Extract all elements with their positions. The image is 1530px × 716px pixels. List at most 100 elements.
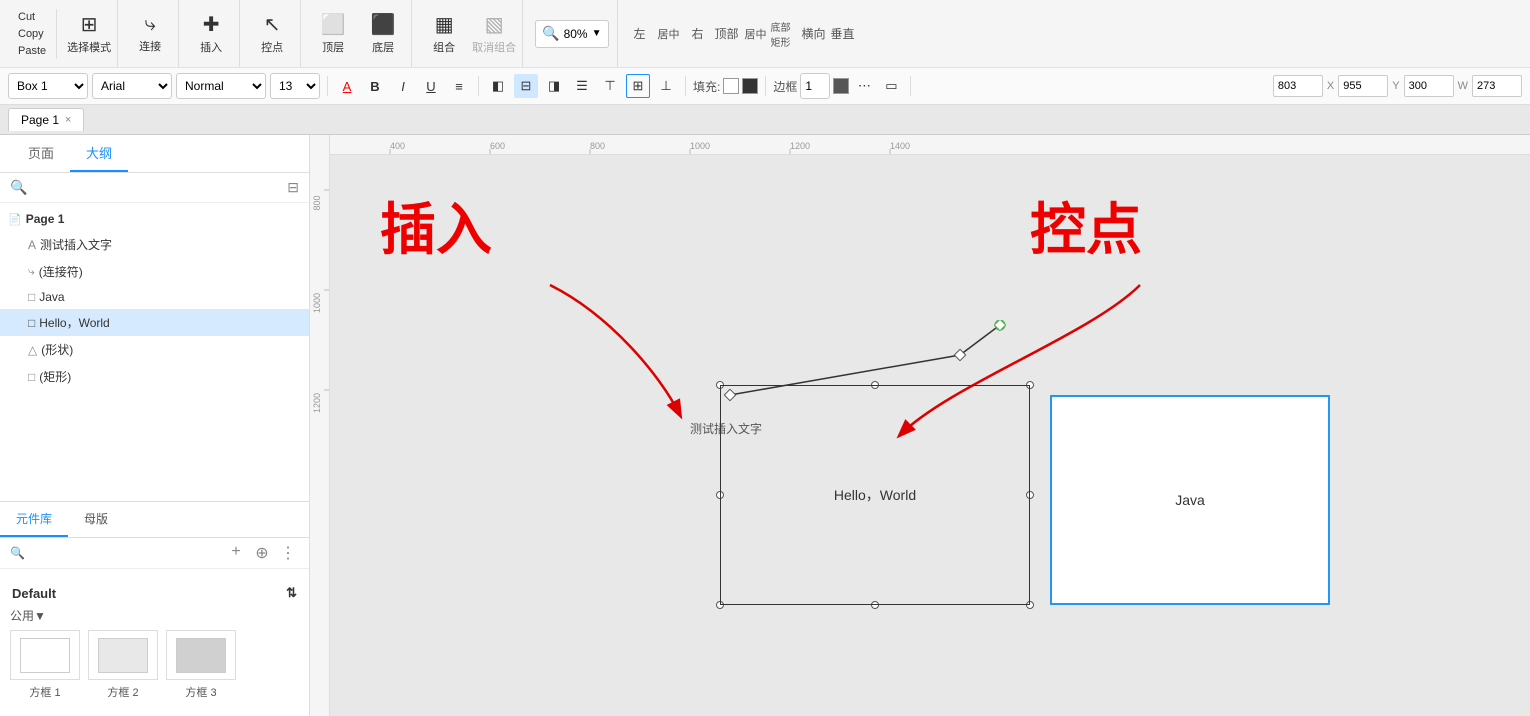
align-group: 左 居中 右 顶部 居中 底部矩形 横向 垂直 [622, 0, 861, 67]
text-align-top-button[interactable]: ⊤ [598, 74, 622, 98]
x-input[interactable] [1273, 75, 1323, 97]
filter-icon[interactable]: ⊟ [287, 179, 299, 196]
page-tab-close[interactable]: × [65, 114, 71, 126]
text-align-left-button[interactable]: ◧ [486, 74, 510, 98]
italic-button[interactable]: I [391, 74, 415, 98]
connect-button[interactable]: ⤷ 连接 [126, 6, 174, 62]
fill-color-box[interactable] [723, 78, 739, 94]
fill-area: 填充: [693, 78, 758, 95]
align-center-h-button[interactable]: 居中 [655, 20, 683, 48]
align-middle-v-button[interactable]: 居中 [742, 20, 770, 48]
copy-button[interactable]: Copy [12, 26, 52, 42]
insert-annotation: 插入 [380, 185, 492, 266]
align-horizontal-button[interactable]: 横向 [800, 20, 828, 48]
paste-button[interactable]: Paste [12, 43, 52, 59]
tree-item-shape[interactable]: △ (形状) [0, 336, 309, 363]
component-search-bar: 🔍 + ⊕ ⋮ [0, 538, 309, 569]
tree-item-hello[interactable]: □ Hello，World [0, 309, 309, 336]
group-button[interactable]: ▦ 组合 [420, 6, 468, 62]
text-align-justify-button[interactable]: ☰ [570, 74, 594, 98]
svg-text:600: 600 [490, 141, 505, 151]
gongying-label: 公用▼ [10, 607, 46, 624]
svg-text:800: 800 [312, 195, 322, 210]
underline-button[interactable]: U [419, 74, 443, 98]
style-select[interactable]: Normal [176, 73, 266, 99]
comp-tab-master[interactable]: 母版 [68, 502, 124, 537]
default-title[interactable]: Default ⇅ [10, 581, 299, 605]
tree-item-connector[interactable]: ⤷ (连接符) [0, 258, 309, 285]
border-style-button[interactable]: ⋯ [852, 74, 876, 98]
vertical-ruler: 800 1000 1200 [310, 135, 330, 716]
align-right-button[interactable]: 右 [684, 20, 712, 48]
h-input[interactable] [1472, 75, 1522, 97]
text-align-right-button[interactable]: ◨ [542, 74, 566, 98]
border-side-button[interactable]: ▭ [879, 74, 903, 98]
bold-button[interactable]: B [363, 74, 387, 98]
border-value-input[interactable] [800, 73, 830, 99]
align-vertical-button[interactable]: 垂直 [829, 20, 857, 48]
svg-text:1200: 1200 [312, 393, 322, 413]
align-bottom-rect-button[interactable]: 底部矩形 [771, 20, 799, 48]
comp-tab-library[interactable]: 元件库 [0, 502, 68, 537]
comp-copy-icon[interactable]: ⊕ [251, 543, 273, 563]
outline-search-input[interactable] [33, 181, 281, 195]
page1-icon: 📄 [8, 213, 22, 226]
w-input[interactable] [1404, 75, 1454, 97]
comp-more-icon[interactable]: ⋮ [277, 543, 299, 563]
insert-button[interactable]: ✚ 插入 [187, 6, 235, 62]
horizontal-ruler: 400 600 800 1000 1200 1400 [330, 135, 1530, 155]
fill-color-box2[interactable] [742, 78, 758, 94]
text-align-middle-button[interactable]: ⊞ [626, 74, 650, 98]
divider2 [478, 76, 479, 96]
tree-item-java[interactable]: □ Java [0, 285, 309, 309]
divider4 [765, 76, 766, 96]
comp-add-icon[interactable]: + [225, 543, 247, 563]
svg-text:800: 800 [590, 141, 605, 151]
comp-search-icon: 🔍 [10, 546, 25, 560]
tree-item-text[interactable]: A 测试插入文字 [0, 231, 309, 258]
control-point-button[interactable]: ↖ 控点 [248, 6, 296, 62]
tree-item-rect[interactable]: □ (矩形) [0, 363, 309, 390]
border-color-box[interactable] [833, 78, 849, 94]
bottom-layer-icon: ⬛ [371, 12, 396, 37]
list-button[interactable]: ≡ [447, 74, 471, 98]
comp-item-3[interactable]: 方框 3 [166, 630, 236, 700]
hello-label: Hello，World [39, 314, 109, 331]
hello-world-container[interactable]: Hello，World [720, 385, 1030, 605]
divider5 [910, 76, 911, 96]
zoom-area[interactable]: 🔍 80% ▼ [535, 20, 608, 48]
zoom-group: 🔍 80% ▼ [527, 0, 617, 67]
text-color-button[interactable]: A [335, 74, 359, 98]
panel-tab-page[interactable]: 页面 [12, 135, 70, 172]
ungroup-button[interactable]: ▧ 取消组合 [470, 6, 518, 62]
element-name-select[interactable]: Box 1 [8, 73, 88, 99]
bottom-layer-button[interactable]: ⬛ 底层 [359, 6, 407, 62]
tree-page1[interactable]: 📄 Page 1 [0, 207, 309, 231]
hello-world-box[interactable]: Hello，World [720, 385, 1030, 605]
text-align-center-button[interactable]: ⊟ [514, 74, 538, 98]
zoom-icon: 🔍 [542, 25, 559, 42]
page-tab[interactable]: Page 1 × [8, 108, 84, 131]
select-mode-button[interactable]: ⊞ 选择模式 [65, 6, 113, 62]
canvas[interactable]: 插入 控点 测试插入文字 [330, 155, 1530, 716]
java-label: Java [39, 290, 64, 304]
gongying-row[interactable]: 公用▼ [10, 605, 299, 626]
coord-area: X Y W [1273, 75, 1522, 97]
align-top-button[interactable]: 顶部 [713, 20, 741, 48]
size-select[interactable]: 13 [270, 73, 320, 99]
y-input[interactable] [1338, 75, 1388, 97]
comp-item-1[interactable]: 方框 1 [10, 630, 80, 700]
align-left-button[interactable]: 左 [626, 20, 654, 48]
comp-label-1: 方框 1 [29, 684, 60, 700]
comp-item-2[interactable]: 方框 2 [88, 630, 158, 700]
top-layer-icon: ⬜ [321, 12, 346, 37]
comp-search-input[interactable] [31, 546, 219, 560]
java-box[interactable]: Java [1050, 395, 1330, 605]
font-select[interactable]: Arial [92, 73, 172, 99]
top-layer-button[interactable]: ⬜ 顶层 [309, 6, 357, 62]
cut-button[interactable]: Cut [12, 9, 52, 25]
canvas-area[interactable]: 400 600 800 1000 1200 1400 800 1000 [310, 135, 1530, 716]
w-label: W [1458, 80, 1468, 92]
text-align-bottom-button[interactable]: ⊥ [654, 74, 678, 98]
panel-tab-outline[interactable]: 大纲 [70, 135, 128, 172]
